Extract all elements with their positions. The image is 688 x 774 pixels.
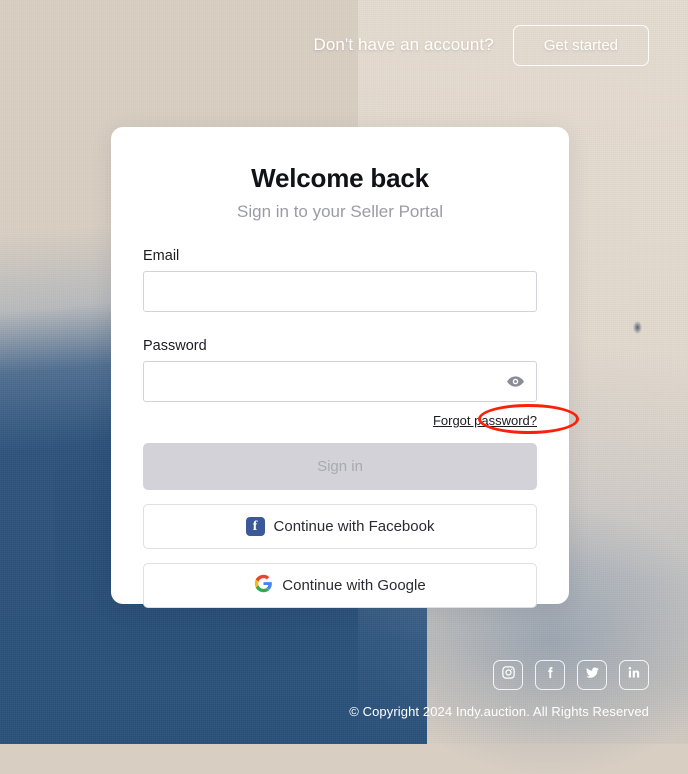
facebook-icon (543, 665, 558, 685)
password-field[interactable] (143, 361, 537, 402)
social-link-linkedin[interactable] (619, 659, 649, 690)
email-input[interactable] (155, 272, 525, 311)
page-footer: © Copyright 2024 Indy.auction. All Right… (0, 634, 688, 744)
page-title: Welcome back (251, 163, 429, 193)
get-started-button[interactable]: Get started (512, 24, 649, 66)
linkedin-icon (627, 665, 642, 685)
social-link-twitter[interactable] (577, 659, 607, 690)
forgot-password-link[interactable]: Forgot password? (433, 413, 537, 428)
social-link-instagram[interactable] (493, 659, 523, 690)
forgot-password-row: Forgot password? (143, 404, 579, 434)
facebook-icon: f (245, 517, 265, 536)
password-label: Password (143, 338, 207, 354)
eye-icon[interactable] (505, 372, 525, 392)
google-button-label: Continue with Google (282, 577, 426, 594)
page-header: Don't have an account? Get started (0, 0, 688, 90)
sign-in-button[interactable]: Sign in (143, 443, 537, 490)
instagram-icon (501, 665, 516, 685)
continue-with-facebook-button[interactable]: f Continue with Facebook (143, 504, 537, 549)
email-label: Email (143, 248, 180, 264)
password-input[interactable] (155, 362, 525, 401)
login-card: Welcome back Sign in to your Seller Port… (111, 127, 579, 608)
google-icon (254, 574, 273, 597)
copyright-text: © Copyright 2024 Indy.auction. All Right… (349, 703, 649, 719)
twitter-icon (585, 665, 600, 685)
social-links-row (493, 659, 649, 690)
continue-with-google-button[interactable]: Continue with Google (143, 563, 537, 608)
social-link-facebook[interactable] (535, 659, 565, 690)
email-field[interactable] (143, 271, 537, 312)
signup-prompt-text: Don't have an account? (313, 35, 494, 54)
page-subtitle: Sign in to your Seller Portal (237, 202, 443, 221)
facebook-button-label: Continue with Facebook (273, 518, 435, 535)
